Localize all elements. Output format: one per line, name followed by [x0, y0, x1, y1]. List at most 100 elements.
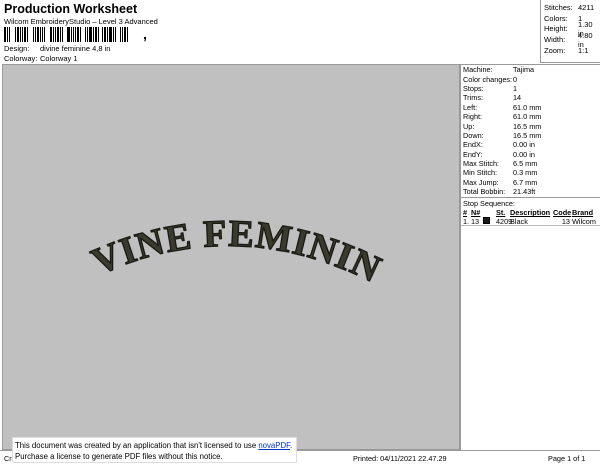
barcode-bar — [42, 27, 43, 42]
machine-info-label: Min Stitch: — [463, 168, 498, 178]
design-preview-area: DIVINE FEMININE — [2, 64, 460, 450]
printed-date: Printed: 04/11/2021 22.47.29 — [353, 454, 447, 463]
machine-info-row: Left: 61.0 mm — [461, 103, 600, 112]
machine-info-value: 0.00 in — [513, 149, 535, 159]
machine-info-value: 6.5 mm — [513, 159, 538, 169]
design-value: divine feminine 4,8 in — [40, 44, 111, 53]
barcode-bar — [98, 27, 99, 42]
machine-info-label: Machine: — [463, 65, 493, 75]
barcode-bar — [62, 27, 63, 42]
machine-info-row: Stops: 1 — [461, 84, 600, 93]
novapdf-link[interactable]: novaPDF — [258, 441, 290, 450]
barcode-bar — [29, 27, 32, 42]
barcode-bar — [85, 27, 86, 42]
machine-info-label: Total Bobbin: — [463, 187, 506, 197]
barcode-bar — [50, 27, 52, 42]
barcode-bar — [71, 27, 72, 42]
machine-info-row: Down: 16.5 mm — [461, 131, 600, 140]
barcode-bar — [73, 27, 74, 42]
barcode-bar — [93, 27, 94, 42]
barcode-bar — [122, 27, 123, 42]
stop-sequence-title: Stop Sequence: — [461, 197, 600, 208]
machine-info-row: Total Bobbin: 21.43ft — [461, 187, 600, 196]
machine-info-label: Stops: — [463, 83, 484, 93]
barcode-bar — [17, 27, 19, 42]
barcode-bar — [15, 27, 16, 42]
machine-info-label: Up: — [463, 121, 475, 131]
design-label: Design: — [4, 44, 30, 53]
barcode-bar — [87, 27, 88, 42]
machine-info-value: 1 — [513, 83, 518, 93]
barcode-bar — [11, 27, 14, 42]
machine-info-row: Color changes: 0 — [461, 74, 600, 84]
barcode-bar — [7, 27, 8, 42]
machine-info-row: Max Jump: 6.7 mm — [461, 178, 600, 187]
machine-info-row: Right: 61.0 mm — [461, 112, 600, 121]
worksheet-page: Production Worksheet Wilcom EmbroiderySt… — [0, 0, 600, 464]
machine-info-label: Right: — [463, 112, 483, 122]
machine-info-label: Down: — [463, 130, 484, 140]
design-row: Design: divine feminine 4,8 in — [4, 44, 110, 53]
barcode-bar — [89, 27, 92, 42]
barcode-bar — [46, 27, 49, 42]
barcode-bar — [104, 27, 106, 42]
barcode-bar — [4, 27, 6, 42]
barcode-bar — [20, 27, 21, 42]
barcode-bar — [95, 27, 97, 42]
page-title: Production Worksheet — [4, 2, 138, 16]
machine-info-value: 16.5 mm — [513, 130, 542, 140]
machine-info-label: Trims: — [463, 93, 483, 103]
footer-left: Cr — [4, 454, 12, 463]
software-subtitle: Wilcom EmbroideryStudio – Level 3 Advanc… — [4, 17, 158, 26]
barcode-bar — [124, 27, 126, 42]
barcode-suffix: , — [143, 26, 147, 42]
barcode-bar — [109, 27, 112, 42]
barcode-bar — [27, 27, 28, 42]
machine-info-value: 16.5 mm — [513, 121, 542, 131]
colorway-row: Colorway: Colorway 1 — [4, 54, 78, 63]
machine-info-label: Max Jump: — [463, 177, 499, 187]
machine-info-value: 61.0 mm — [513, 102, 542, 112]
machine-info-row: Max Stitch: 6.5 mm — [461, 159, 600, 168]
barcode-bar — [80, 27, 81, 42]
stat-width: Width: 4.80 in — [544, 30, 593, 49]
machine-info-label: Left: — [463, 102, 478, 112]
barcode-bar — [64, 27, 66, 42]
stat-stitches: Stitches: 4211 — [544, 2, 595, 12]
barcode-bar — [113, 27, 114, 42]
barcode-bar — [120, 27, 121, 42]
machine-info-label: EndX: — [463, 140, 483, 150]
barcode-bar — [67, 27, 70, 42]
barcode-bar — [117, 27, 119, 42]
color-swatch — [483, 216, 490, 224]
stat-zoom: Zoom: 1:1 — [544, 46, 589, 56]
machine-info-row: Machine: Tajima — [461, 65, 600, 74]
machine-info-value: 61.0 mm — [513, 112, 542, 122]
barcode-bar — [77, 27, 79, 42]
barcode-bar — [82, 27, 84, 42]
machine-info-label: Max Stitch: — [463, 159, 500, 169]
barcode-bar — [60, 27, 61, 42]
colorway-label: Colorway: — [4, 54, 38, 63]
barcode-bar — [75, 27, 76, 42]
machine-info-value: 21.43ft — [513, 187, 536, 197]
machine-info-value: 14 — [513, 93, 522, 103]
barcode-bar — [100, 27, 101, 42]
machine-info-list: Machine: Tajima Color changes: 0 Stops: 1 Trim… — [461, 65, 600, 196]
machine-info-label: Color changes: — [463, 74, 513, 84]
barcode-bar — [35, 27, 36, 42]
license-notice: This document was created by an applicat… — [12, 437, 297, 463]
colorway-value: Colorway 1 — [40, 54, 78, 63]
barcode-bar — [127, 27, 128, 42]
barcode-bar — [33, 27, 34, 42]
barcode-bar — [115, 27, 116, 42]
machine-info-row: Trims: 14 — [461, 93, 600, 102]
barcode-bar — [24, 27, 26, 42]
machine-info-value: 0.3 mm — [513, 168, 538, 178]
machine-info-row: Min Stitch: 0.3 mm — [461, 168, 600, 177]
embroidery-text: DIVINE FEMININE — [3, 65, 388, 291]
machine-info-label: EndY: — [463, 149, 483, 159]
machine-info-row: EndX: 0.00 in — [461, 140, 600, 149]
machine-info-value: 0.00 in — [513, 140, 535, 150]
machine-info-value: Tajima — [513, 65, 535, 75]
